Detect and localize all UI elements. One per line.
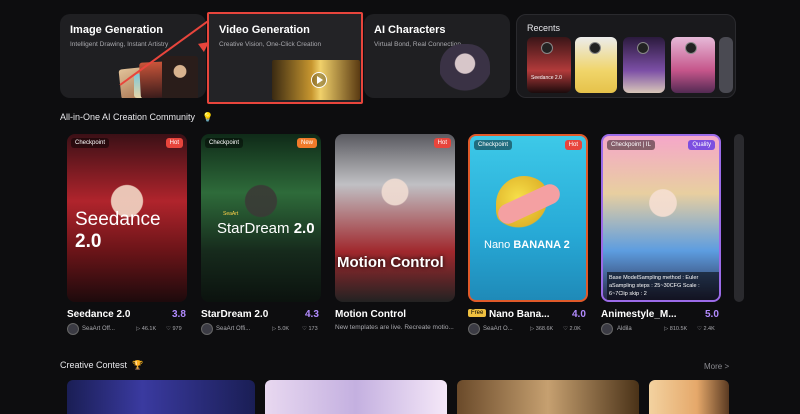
contest-card[interactable] [265,380,447,414]
card-title[interactable]: StarDream 2.0 [201,309,268,320]
hot-badge: Hot [165,138,183,148]
quality-badge: Quality [688,140,715,150]
recent-item-label: Seedance 2.0 [531,75,562,81]
card-description: New templates are live. Recreate motio..… [335,324,454,331]
like-count: ♡ 979 [166,326,182,332]
image-generation-card[interactable]: Image Generation Intelligent Drawing, In… [60,14,206,98]
model-icon [637,42,649,54]
contest-card[interactable] [649,380,729,414]
card-art-title: Seedance 2.0 [75,209,161,252]
card-score: 5.0 [705,309,719,320]
author-avatar[interactable] [601,323,613,335]
community-title: All-in-One AI Creation Community [60,112,196,122]
model-card-nano-banana[interactable]: Checkpoint Hot Nano BANANA 2 [468,134,588,302]
page: Image Generation Intelligent Drawing, In… [0,0,800,414]
type-tag: Checkpoint [205,138,244,148]
view-count: ▷ 5.0K [272,326,290,332]
model-card-motion-control[interactable]: Hot Motion Control [335,134,455,302]
recents-title: Recents [527,23,561,33]
author-name[interactable]: SeaArt O... [483,326,513,332]
card-score: 4.3 [305,309,319,320]
video-generation-title: Video Generation [219,24,310,36]
image-generation-title: Image Generation [70,24,163,36]
lightbulb-icon: 💡 [202,112,214,122]
like-count: ♡ 2.0K [563,326,581,332]
ai-characters-subtitle: Virtual Bond, Real Connection [374,41,461,48]
card-art-title: Motion Control [337,254,444,271]
type-tag: Checkpoint [474,140,513,150]
model-card-animestyle[interactable]: Checkpoint | IL Quality Base ModelSampli… [601,134,721,302]
author-avatar[interactable] [67,323,79,335]
trophy-icon: 🏆 [132,360,144,370]
hot-badge: Hot [564,140,582,150]
new-badge: New [296,138,317,148]
image-thumb [162,56,198,98]
recent-item[interactable]: Seedance 2.0 [527,37,571,93]
view-count: ▷ 810.5K [664,326,688,332]
contest-card[interactable] [67,380,255,414]
free-badge: Free [468,309,487,317]
ai-characters-title: AI Characters [374,24,446,36]
card-art-brand: SeaArt [223,211,239,217]
like-count: ♡ 2.4K [697,326,715,332]
author-avatar[interactable] [468,323,480,335]
recent-item[interactable] [671,37,715,93]
recent-item[interactable] [719,37,733,93]
ai-character-art [440,44,490,98]
card-art [633,176,693,236]
model-card-stardream[interactable]: Checkpoint New SeaArt StarDream 2.0 [201,134,321,302]
card-title[interactable]: Nano Bana... [489,309,550,320]
card-title[interactable]: Motion Control [335,309,406,320]
author-name[interactable]: Aldila [617,326,632,332]
type-tag: Checkpoint [71,138,110,148]
model-icon [685,42,697,54]
author-name[interactable]: SeaArt Offi... [216,326,250,332]
view-count: ▷ 368.6K [530,326,554,332]
card-title[interactable]: Animestyle_M... [601,309,677,320]
card-art-description: Base ModelSampling method : Euler aSampl… [607,272,719,300]
model-icon [589,42,601,54]
more-link[interactable]: More > [704,362,729,371]
like-count: ♡ 173 [302,326,318,332]
recent-item[interactable] [623,37,665,93]
author-name[interactable]: SeaArt Off... [82,326,115,332]
card-score: 4.0 [572,309,586,320]
recents-panel: Recents Seedance 2.0 [516,14,736,98]
contest-card[interactable] [457,380,639,414]
model-card-seedance[interactable]: Checkpoint Hot Seedance 2.0 [67,134,187,302]
card-art-title: Nano BANANA 2 [484,239,570,251]
video-generation-card[interactable]: Video Generation Creative Vision, One-Cl… [207,12,363,104]
model-icon [541,42,553,54]
recent-item[interactable] [575,37,617,93]
author-avatar[interactable] [201,323,213,335]
card-art [365,174,425,234]
video-generation-subtitle: Creative Vision, One-Click Creation [219,41,322,48]
card-art-title: StarDream 2.0 [217,220,315,237]
play-icon [311,72,327,88]
view-count: ▷ 46.1K [136,326,157,332]
card-title[interactable]: Seedance 2.0 [67,309,130,320]
ai-characters-card[interactable]: AI Characters Virtual Bond, Real Connect… [364,14,510,98]
image-generation-subtitle: Intelligent Drawing, Instant Artistry [70,41,169,48]
type-tag: Checkpoint | IL [607,140,655,150]
hot-badge: Hot [433,138,451,148]
card-score: 3.8 [172,309,186,320]
contest-title: Creative Contest [60,360,128,370]
model-card-partial[interactable] [734,134,744,302]
